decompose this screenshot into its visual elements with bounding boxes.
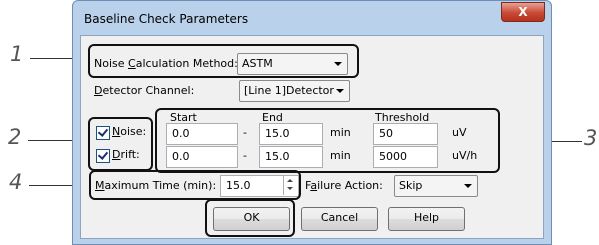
chevron-down-icon (336, 89, 344, 93)
callout-1: 1 (10, 42, 24, 66)
detector-channel-value: [Line 1]Detector (244, 84, 334, 97)
callout-2: 2 (8, 125, 22, 149)
dialog-title: Baseline Check Parameters (84, 12, 249, 26)
detector-channel-label: Detector Channel: (94, 84, 195, 97)
callout-4-frame (89, 170, 301, 200)
ok-button-frame (205, 199, 295, 237)
failure-action-label: Failure Action: (305, 179, 383, 192)
title-bar[interactable]: Baseline Check Parameters X (73, 1, 551, 36)
callout-3-frame (155, 108, 500, 173)
failure-action-value: Skip (399, 179, 423, 192)
callout-3: 3 (584, 126, 598, 150)
detector-channel-select[interactable]: [Line 1]Detector (239, 80, 350, 102)
page: { "dialog": { "title": "Baseline Check P… (0, 0, 599, 245)
help-button[interactable]: Help (388, 207, 465, 231)
chevron-down-icon (464, 184, 472, 188)
callout-2-frame (88, 117, 153, 171)
failure-action-select[interactable]: Skip (394, 175, 478, 197)
cancel-button[interactable]: Cancel (301, 207, 378, 231)
callout-4: 4 (9, 170, 23, 194)
callout-1-frame (88, 44, 359, 78)
close-button[interactable]: X (501, 2, 545, 22)
